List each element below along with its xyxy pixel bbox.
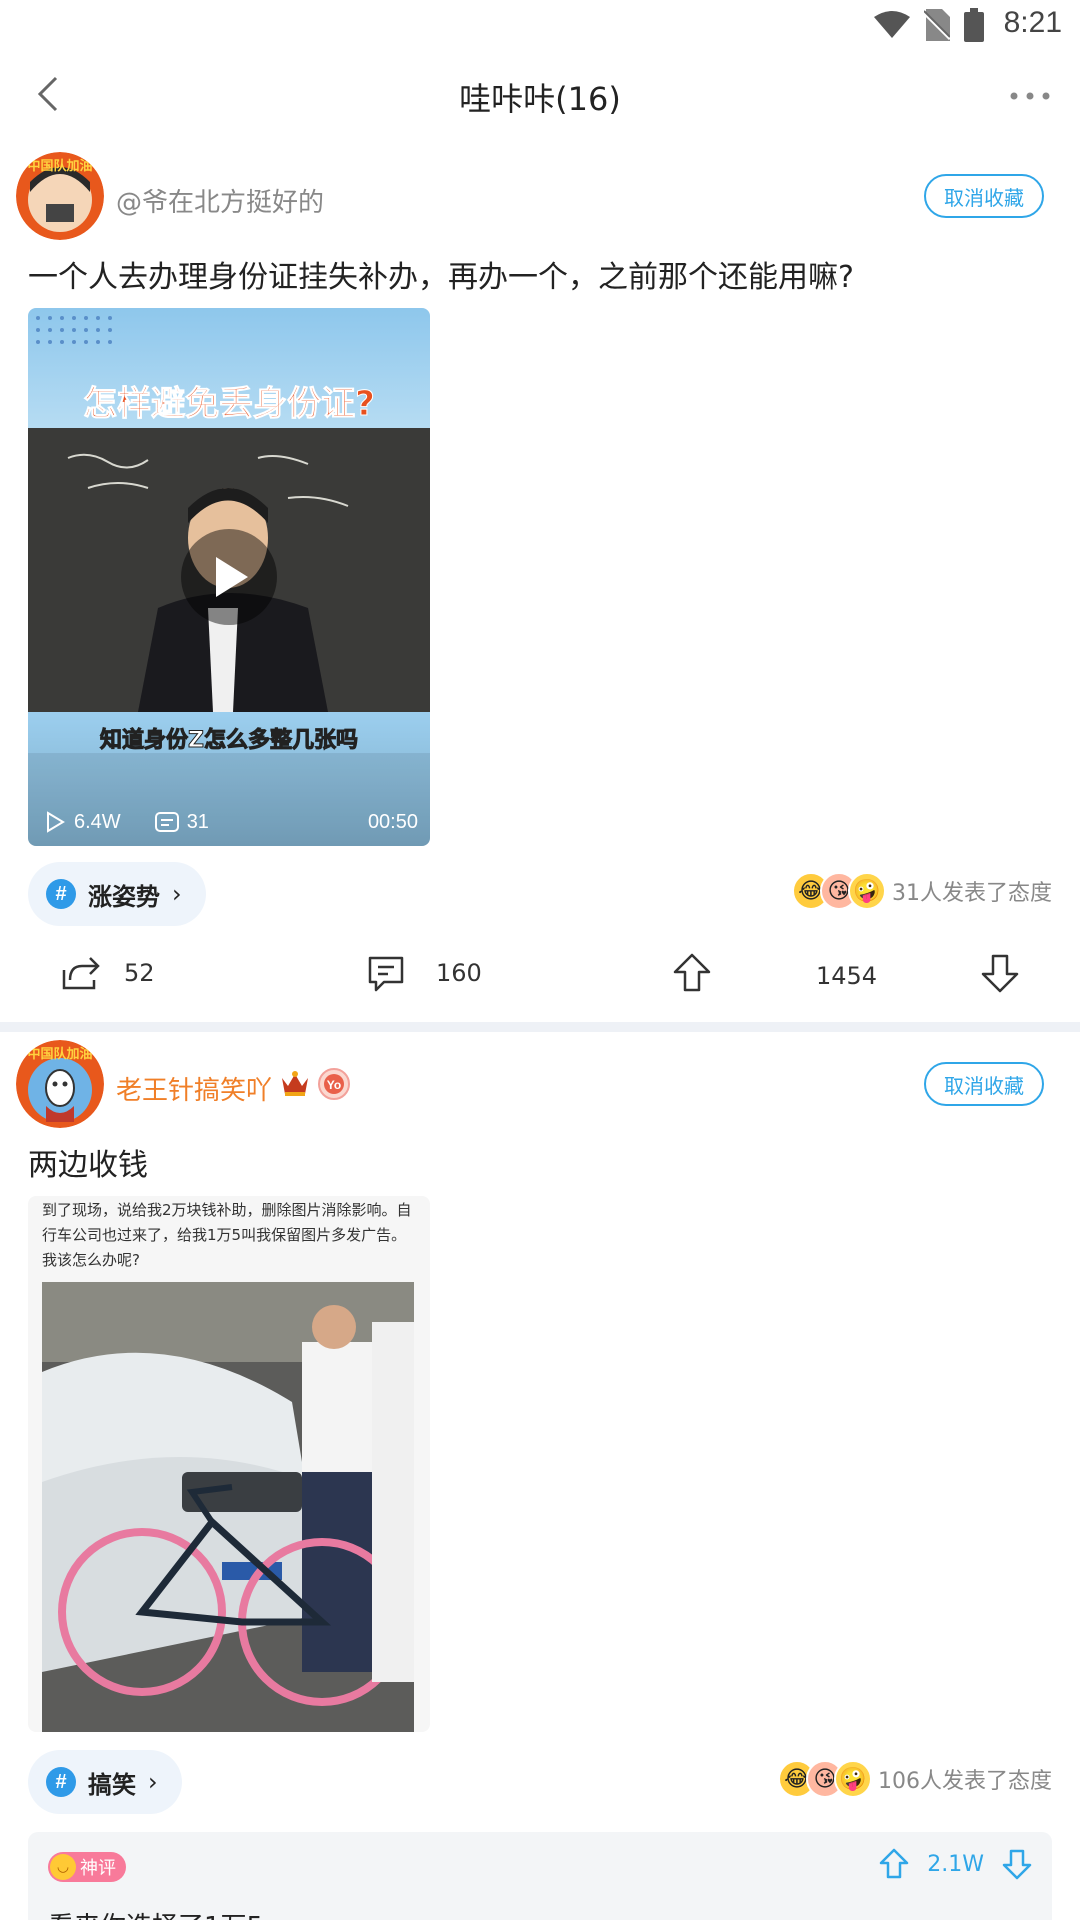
crown-icon <box>282 1071 308 1096</box>
more-button[interactable] <box>1004 74 1056 118</box>
silly-emoji-icon: 🤪 <box>834 1760 872 1798</box>
action-bar: 52 160 1454 <box>0 934 1080 1014</box>
reaction-emojis: 😂 😘 🤪 <box>778 1760 872 1798</box>
video-subtitle: 知道身份Z怎么多整几张吗 <box>100 728 359 754</box>
post-text[interactable]: 两边收钱 <box>28 1140 148 1184</box>
smirk-face-icon: ◡ <box>50 1854 76 1880</box>
reactions[interactable]: 😂 😘 🤪 106人发表了态度 <box>778 1760 1052 1798</box>
more-dots-icon <box>1010 92 1050 100</box>
share-button[interactable]: 52 <box>60 954 155 992</box>
upvote-button[interactable] <box>672 952 712 994</box>
god-comment-badge: ◡ 神评 <box>48 1852 126 1882</box>
reaction-count-text: 31人发表了态度 <box>892 881 1052 906</box>
username[interactable]: @爷在北方挺好的 <box>116 182 324 219</box>
comment-vote-count: 2.1W <box>927 1851 984 1877</box>
upvote-icon <box>673 953 711 992</box>
topic-tag[interactable]: # 搞笑 › <box>28 1750 182 1814</box>
post-card: 中国队加油 @爷在北方挺好的 取消收藏 一个人去办理身份证挂失补办，再办一个，之… <box>0 152 1080 1022</box>
reactions[interactable]: 😂 😘 🤪 31人发表了态度 <box>792 872 1052 910</box>
comment-icon <box>368 956 404 992</box>
hashtag-icon: # <box>46 1767 76 1797</box>
video-stats: 6.4W 31 00:50 <box>44 806 418 838</box>
top-comment[interactable]: ◡ 神评 2.1W 看来你选择了1万5 <box>28 1832 1052 1920</box>
svg-text:中国队加油: 中国队加油 <box>27 1046 92 1062</box>
comment-count: 160 <box>436 959 482 987</box>
topic-label: 搞笑 <box>88 1770 136 1799</box>
upvote-count: 1454 <box>816 962 878 990</box>
page-title: 哇咔咔(16) <box>459 80 621 118</box>
unfavorite-button[interactable]: 取消收藏 <box>924 1062 1044 1106</box>
god-comment-label: 神评 <box>80 1858 116 1879</box>
post-card: 中国队加油 老王针搞笑吖 Yo 取消收藏 两边收钱 到了现场，说给我2万块钱补助… <box>0 1040 1080 1920</box>
downvote-button[interactable] <box>980 952 1020 994</box>
danmaku-count: 31 <box>186 810 209 833</box>
comment-button[interactable]: 160 <box>366 954 482 992</box>
svg-text:Yo: Yo <box>327 1078 341 1092</box>
danmaku-icon <box>154 812 179 832</box>
vip-badge-icon: Yo <box>318 1068 350 1100</box>
avatar[interactable]: 中国队加油 <box>16 1040 104 1128</box>
reaction-count-text: 106人发表了态度 <box>878 1769 1052 1794</box>
video-headline: 怎样避免丢身份证? <box>83 384 376 425</box>
svg-text:中国队加油: 中国队加油 <box>27 158 92 174</box>
battery-icon <box>964 8 984 42</box>
status-time: 8:21 <box>1003 6 1062 39</box>
chevron-right-icon: › <box>172 880 182 908</box>
comment-downvote-icon[interactable] <box>1002 1848 1032 1880</box>
silly-emoji-icon: 🤪 <box>848 872 886 910</box>
nav-bar: 哇咔咔(16) <box>0 48 1080 144</box>
comment-vote: 2.1W <box>879 1848 1032 1880</box>
username[interactable]: 老王针搞笑吖 <box>116 1070 272 1107</box>
play-count: 6.4W <box>74 810 121 833</box>
play-count-icon <box>47 811 65 833</box>
comment-upvote-icon[interactable] <box>879 1848 909 1880</box>
video-thumbnail[interactable]: 怎样避免丢身份证? 知道身份Z怎么多整几张吗 6.4W 31 00:50 <box>28 308 430 846</box>
chevron-right-icon: › <box>148 1768 158 1796</box>
share-icon <box>62 957 100 990</box>
status-bar: 8:21 <box>0 0 1080 48</box>
user-badges: Yo <box>280 1068 350 1100</box>
avatar[interactable]: 中国队加油 <box>16 152 104 240</box>
post-divider <box>0 1022 1080 1032</box>
unfavorite-button[interactable]: 取消收藏 <box>924 174 1044 218</box>
no-sim-icon <box>924 9 950 41</box>
video-duration: 00:50 <box>367 810 418 833</box>
wifi-icon <box>874 11 910 38</box>
image-caption: 到了现场，说给我2万块钱补助，删除图片消除影响。自行车公司也过来了，给我1万5叫… <box>42 1201 412 1269</box>
comment-text: 看来你选择了1万5 <box>48 1906 263 1920</box>
post-image[interactable]: 到了现场，说给我2万块钱补助，删除图片消除影响。自行车公司也过来了，给我1万5叫… <box>28 1196 430 1732</box>
reaction-emojis: 😂 😘 🤪 <box>792 872 886 910</box>
topic-tag[interactable]: # 涨姿势 › <box>28 862 206 926</box>
status-icons <box>874 8 984 42</box>
hashtag-icon: # <box>46 879 76 909</box>
share-count: 52 <box>124 959 155 987</box>
downvote-icon <box>981 954 1019 993</box>
post-text[interactable]: 一个人去办理身份证挂失补办，再办一个，之前那个还能用嘛? <box>28 252 854 296</box>
bicycle-accident-photo <box>42 1282 414 1732</box>
post-header: 中国队加油 @爷在北方挺好的 取消收藏 <box>0 152 1080 252</box>
post-header: 中国队加油 老王针搞笑吖 Yo 取消收藏 <box>0 1040 1080 1140</box>
topic-label: 涨姿势 <box>88 882 160 911</box>
